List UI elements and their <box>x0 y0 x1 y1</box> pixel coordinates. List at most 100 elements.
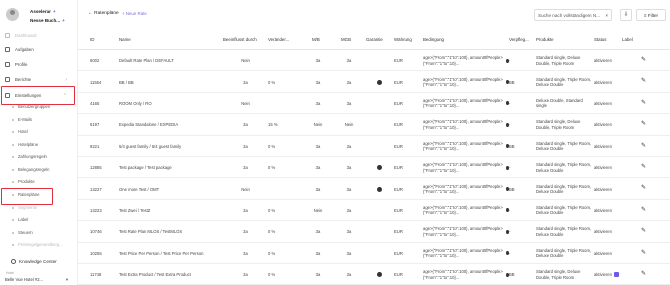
cell-label <box>622 136 640 157</box>
cell-id: 12885 <box>90 165 102 171</box>
avatar[interactable] <box>6 8 19 21</box>
col-waehrung[interactable]: Währung <box>394 30 421 50</box>
col-mb[interactable]: M/B <box>312 30 332 50</box>
cell-status: aktivieren <box>594 221 622 242</box>
cell-name: Test Zwei / TestZ <box>119 207 151 213</box>
cell-produkte: Standard single, Deluxe Double, Triple R… <box>536 264 594 285</box>
user-box[interactable]: Asselerar + Nesse Buch... + <box>6 6 66 28</box>
pencil-icon[interactable]: ✎ <box>641 120 646 127</box>
pencil-icon[interactable]: ✎ <box>641 56 646 63</box>
cell-produkte: Deluxe Double, Standard single <box>536 93 594 114</box>
col-label[interactable]: Label <box>622 30 640 50</box>
cell-verpflegung: - <box>509 250 511 256</box>
bedingung-text: age>{"From":"1"to":100}, amount0fPeople>… <box>423 76 503 88</box>
pencil-icon[interactable]: ✎ <box>641 270 646 277</box>
cell-produkte: Standard single, Triple Room, Deluxe Dou… <box>536 136 594 157</box>
cell-produkte: Standard single, Triple Room, Deluxe Dou… <box>536 243 594 264</box>
clear-search-icon[interactable]: × <box>605 10 608 20</box>
sidebar-subitem-label: Label <box>18 217 29 222</box>
pencil-icon[interactable]: ✎ <box>641 99 646 106</box>
col-id[interactable]: ID <box>90 30 112 50</box>
filter-button[interactable]: ≡ Filter <box>636 9 666 21</box>
bedingung-text: age>{"From":"1"to":100}, amount0fPeople>… <box>423 119 503 130</box>
sidebar-subitem-preisregel[interactable]: Preisregelgeneralberg... <box>12 240 74 250</box>
guarantee-icon[interactable] <box>376 186 382 192</box>
table-row[interactable]: 9221 5/4 guest family / 5/4 guest family 3… <box>78 136 670 157</box>
col-mgb[interactable]: MGB <box>341 30 361 50</box>
pencil-icon[interactable]: ✎ <box>641 184 646 191</box>
pencil-icon[interactable]: ✎ <box>641 142 646 149</box>
table-row[interactable]: 11748 Test Extra Product / Test Extra Pro… <box>78 264 670 285</box>
pencil-icon[interactable]: ✎ <box>641 249 646 256</box>
bullet-icon <box>12 168 14 171</box>
col-beeinflusst[interactable]: Beeinflusst durch <box>223 30 268 50</box>
sidebar-subitem-hotel[interactable]: Hotel <box>12 127 74 137</box>
sidebar-item-profile[interactable]: Profile <box>5 60 75 70</box>
produkte-text: Standard single, Triple Room, Deluxe Dou… <box>536 162 592 173</box>
sidebar-item-dashboard[interactable]: Dashboard <box>5 31 75 41</box>
table-row[interactable]: 13227 One more Test / OMT Nein 3a 3a EUR age>{… <box>78 178 670 200</box>
col-bedingung[interactable]: Bedingung <box>423 30 509 50</box>
col-produkte[interactable]: Produkte <box>536 30 594 50</box>
pencil-icon[interactable]: ✎ <box>641 227 646 234</box>
guarantee-icon[interactable] <box>376 165 382 171</box>
table-row[interactable]: 12885 Test package / Test package 3a 0 % 3a 3… <box>78 157 670 179</box>
knowledge-center-link[interactable]: Knowledge Center <box>11 259 57 265</box>
export-icon: ⇩ <box>623 12 629 18</box>
cell-veraenderung: 15 % <box>268 122 278 128</box>
search-input[interactable]: Suche nach vollständigem N... × <box>534 9 612 21</box>
export-button[interactable]: ⇩ <box>620 9 632 21</box>
sidebar-item-aufgaben[interactable]: Aufgaben <box>5 45 75 55</box>
bedingung-text: age>{"From":"1"to":100}, amount0fPeople>… <box>423 98 503 109</box>
sidebar-subitem-belegungsregeln[interactable]: Belegungsregeln <box>12 165 74 175</box>
cell-veraenderung: 0 % <box>268 165 276 171</box>
sidebar-item-berichte[interactable]: Berichte › <box>5 75 75 85</box>
col-garantie[interactable]: Garantie <box>366 30 394 50</box>
pencil-icon[interactable]: ✎ <box>641 163 646 170</box>
guarantee-icon[interactable] <box>376 79 382 85</box>
sidebar-subitem-label[interactable]: Label <box>12 215 74 225</box>
col-name[interactable]: Name <box>119 30 223 50</box>
sidebar-subitem-zahlungsregeln[interactable]: Zahlungsregeln <box>12 152 74 162</box>
table-row[interactable]: 6002 Default Rate Plan / DEFAULT Nein 3a 3a E… <box>78 50 670 72</box>
sidebar-subitem-produkte[interactable]: Produkte <box>12 177 74 187</box>
table-row[interactable]: 10255 Test Price Per Person / Test Price … <box>78 243 670 264</box>
cell-bedingung: age>{"From":"1"to":100}, amount0fPeople>… <box>423 114 509 135</box>
cell-produkte: Standard single, Triple Room, Deluxe Dou… <box>536 200 594 221</box>
sidebar-subitem-hotelplaene[interactable]: Hotelpläne <box>12 140 74 150</box>
cell-status: aktivieren <box>594 93 622 114</box>
cell-name: Expedia Standalone / EXPEDIA <box>119 122 179 128</box>
bedingung-text: age>{"From":"1"to":100}, amount0fPeople>… <box>423 205 503 216</box>
table-row[interactable]: 6197 Expedia Standalone / EXPEDIA 3a 15 % Ne… <box>78 114 670 136</box>
col-verpflegung[interactable]: Verpfleg... <box>509 30 536 50</box>
pencil-icon[interactable]: ✎ <box>641 206 646 213</box>
cell-verpflegung: - <box>509 122 511 128</box>
cell-mb: 3a <box>315 79 321 85</box>
pencil-icon[interactable]: ✎ <box>641 77 646 84</box>
sidebar-subitem-e-mails[interactable]: E-Mails <box>12 115 74 125</box>
cell-beeinflusst: 3a <box>243 250 248 256</box>
knowledge-center-label: Knowledge Center <box>19 259 57 264</box>
status-text: aktivieren <box>594 272 612 278</box>
table-row[interactable]: 13223 Test Zwei / TestZ 3a 0 % Nein 3a EUR age>… <box>78 200 670 222</box>
table-row[interactable]: 11554 BB / BB 3a 0 % 3a 3a EUR age>{"From":"1"t… <box>78 71 670 93</box>
produkte-text: Standard single, Deluxe Double, Triple R… <box>536 269 581 280</box>
breadcrumb[interactable]: ← Ratenpläne <box>88 11 119 16</box>
table-row[interactable]: 10746 Test Rate Plan MLOS / TestMLOS 3a 0 %… <box>78 221 670 243</box>
cell-mgb: 3a <box>346 207 352 213</box>
cell-beeinflusst: Nein <box>241 186 250 192</box>
cell-mgb: 3a <box>346 186 352 192</box>
cell-mgb: 3a <box>346 79 352 85</box>
cell-beeinflusst: Nein <box>241 58 250 64</box>
new-rate-button[interactable]: + Neue Rate <box>122 11 147 16</box>
sidebar-subitem-steuern[interactable]: Steuern <box>12 228 74 238</box>
col-status[interactable]: Status <box>594 30 622 50</box>
table-row[interactable]: 4165 ROOM Only / RO Nein 3a 3a EUR age>{"From"… <box>78 93 670 115</box>
sidebar-item-label: Profile <box>15 62 28 67</box>
col-veraenderung[interactable]: Veränder... <box>268 30 302 50</box>
hotel-select[interactable]: Belle Vue Hotel #2... ▼ <box>5 275 71 284</box>
guarantee-icon[interactable] <box>376 272 382 278</box>
cell-verpflegung: - <box>509 58 511 64</box>
cell-name: Test Rate Plan MLOS / TestMLOS <box>119 229 183 235</box>
cell-garantie <box>364 178 394 199</box>
